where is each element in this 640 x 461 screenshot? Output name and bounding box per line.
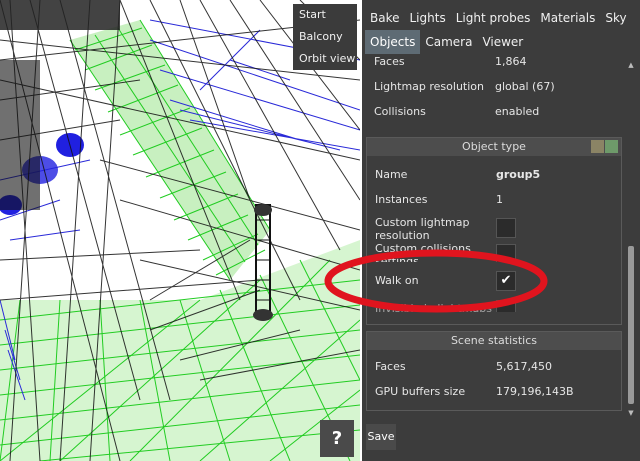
custom-lightmap-label: Custom lightmap resolution [375,216,470,242]
custom-lightmap-checkbox[interactable] [496,218,516,238]
view-start[interactable]: Start [293,4,357,26]
scrollbar-thumb[interactable] [628,246,634,404]
stat-faces-row: Faces 5,617,450 [375,360,615,380]
scroll-up-icon[interactable]: ▲ [626,60,636,70]
scroll-down-icon[interactable]: ▼ [626,408,636,418]
prop-faces: Faces 1,864 [374,57,614,75]
tab-camera[interactable]: Camera [420,30,477,54]
scene-statistics-header[interactable]: Scene statistics [367,332,621,350]
prop-collisions: Collisions enabled [374,105,614,125]
vertical-scrollbar[interactable]: ▲ ▼ [626,60,636,418]
prop-lightmap-value[interactable]: global (67) [495,80,555,93]
properties-panel: Bake Lights Light probes Materials Sky O… [362,0,640,461]
color-swatch-1[interactable] [591,140,604,153]
tab-row-2: Objects Camera Viewer [365,30,528,54]
save-button[interactable]: Save [366,424,396,450]
scene-statistics-section: Scene statistics Faces 5,617,450 GPU buf… [366,331,622,411]
tab-materials[interactable]: Materials [535,6,600,30]
stat-faces-value: 5,617,450 [496,360,552,373]
3d-viewport[interactable]: Start Balcony Orbit view ? [0,0,360,461]
instances-value: 1 [496,193,503,206]
annotation-ellipse [324,249,548,313]
prop-collisions-value[interactable]: enabled [495,105,539,118]
stat-gpu-value: 179,196,143B [496,385,574,398]
help-button[interactable]: ? [320,420,354,457]
prop-lightmap-resolution: Lightmap resolution global (67) [374,80,614,100]
properties-scroll-area[interactable]: Faces 1,864 Lightmap resolution global (… [366,57,626,419]
tab-sky[interactable]: Sky [600,6,631,30]
tab-objects[interactable]: Objects [365,30,421,54]
object-name-row: Name group5 [375,168,615,188]
stat-faces-label: Faces [375,360,406,373]
object-name-value: group5 [496,168,541,181]
tab-bake[interactable]: Bake [365,6,405,30]
stat-gpu-label: GPU buffers size [375,385,466,398]
tab-light-probes[interactable]: Light probes [451,6,536,30]
dark-beam [0,0,120,30]
view-menu: Start Balcony Orbit view [293,4,357,70]
instances-label: Instances [375,193,428,206]
view-balcony[interactable]: Balcony [293,26,357,48]
view-orbit[interactable]: Orbit view [293,48,357,70]
prop-faces-label: Faces [374,57,405,68]
object-type-header[interactable]: Object type [367,138,621,156]
stat-gpu-row: GPU buffers size 179,196,143B [375,385,615,405]
prop-faces-value: 1,864 [495,57,527,68]
instances-row: Instances 1 [375,193,615,213]
tab-lights[interactable]: Lights [405,6,451,30]
prop-lightmap-label: Lightmap resolution [374,80,484,93]
color-swatch-2[interactable] [605,140,618,153]
custom-lightmap-row: Custom lightmap resolution [375,216,615,242]
object-type-title: Object type [462,140,526,153]
object-name-label: Name [375,168,408,181]
tab-viewer[interactable]: Viewer [477,30,528,54]
tab-row-1: Bake Lights Light probes Materials Sky [365,6,632,30]
dark-pillar [0,60,40,210]
prop-collisions-label: Collisions [374,105,426,118]
